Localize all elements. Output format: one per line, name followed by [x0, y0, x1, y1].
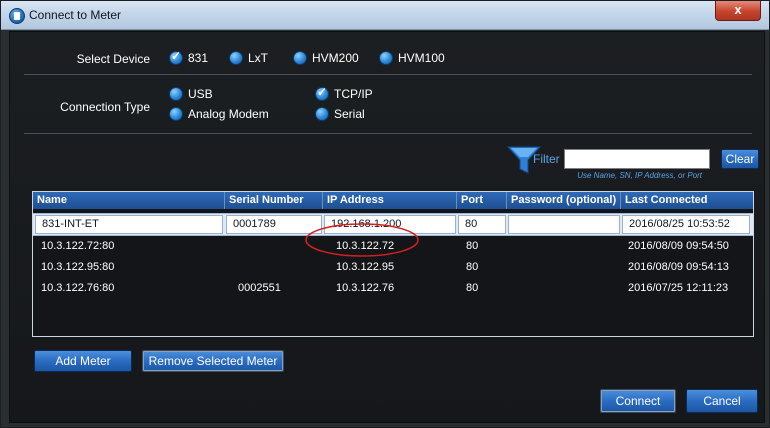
filter-hint: Use Name, SN, IP Address, or Port: [577, 171, 702, 180]
device-option-hvm200[interactable]: HVM200: [294, 50, 359, 66]
cell-ip: 10.3.122.76: [336, 282, 395, 294]
connection-option-serial[interactable]: Serial: [316, 106, 365, 122]
cell-serial: [226, 236, 322, 257]
connect-button[interactable]: Connect: [600, 389, 676, 413]
column-header-password[interactable]: Password (optional): [507, 192, 621, 209]
cell-last-connected: 2016/08/09 09:54:13: [628, 261, 729, 273]
connection-option-label: TCP/IP: [334, 87, 373, 101]
dialog-body: Select Device 831 LxT HVM200 HVM100 Conn…: [9, 31, 765, 423]
cell-serial: 0002551: [238, 282, 281, 294]
cell-ip: 10.3.122.72: [336, 240, 395, 252]
radio-icon: [294, 52, 306, 64]
connect-to-meter-dialog: Connect to Meter x Select Device 831 LxT…: [0, 0, 770, 428]
cell-ip: 192.168.1.200: [324, 215, 456, 234]
filter-input[interactable]: [564, 149, 710, 169]
table-row[interactable]: 10.3.122.72:80 10.3.122.72 80 2016/08/09…: [33, 236, 753, 257]
cancel-button[interactable]: Cancel: [686, 389, 758, 413]
cell-last-connected: 2016/07/25 12:11:23: [628, 282, 729, 294]
remove-selected-meter-button[interactable]: Remove Selected Meter: [142, 350, 284, 372]
cell-port: 80: [466, 282, 479, 294]
connection-option-usb[interactable]: USB: [170, 86, 213, 102]
checked-radio-icon: [316, 85, 328, 100]
filter-label: Filter: [533, 152, 560, 166]
title-bar: Connect to Meter x: [1, 1, 769, 30]
connection-option-label: USB: [188, 87, 213, 101]
table-row[interactable]: 10.3.122.95:80 10.3.122.95 80 2016/08/09…: [33, 257, 753, 278]
radio-icon: [230, 52, 242, 64]
column-header-name[interactable]: Name: [33, 192, 225, 209]
connection-option-analog-modem[interactable]: Analog Modem: [170, 106, 269, 122]
connection-option-label: Serial: [334, 107, 365, 121]
radio-icon: [380, 52, 392, 64]
app-icon: [9, 8, 25, 24]
cell-password[interactable]: [508, 215, 620, 234]
connection-option-tcpip[interactable]: TCP/IP: [316, 85, 373, 102]
cell-port: 80: [458, 215, 506, 234]
cell-port: 80: [466, 240, 479, 252]
table-row[interactable]: 831-INT-ET 0001789 192.168.1.200 80 2016…: [33, 213, 753, 236]
cell-name: 831-INT-ET: [35, 215, 223, 234]
device-option-label: 831: [188, 51, 209, 65]
divider: [24, 133, 752, 134]
cell-last-connected: 2016/08/25 10:53:52: [622, 215, 750, 234]
column-header-port[interactable]: Port: [457, 192, 507, 209]
clear-filter-button[interactable]: Clear: [721, 149, 759, 169]
cell-serial: 0001789: [226, 215, 322, 234]
checked-radio-icon: [170, 49, 182, 64]
cell-name: 10.3.122.72:80: [41, 240, 115, 252]
radio-icon: [170, 108, 182, 120]
column-header-serial-number[interactable]: Serial Number: [225, 192, 323, 209]
connection-option-label: Analog Modem: [188, 107, 269, 121]
device-option-label: HVM100: [398, 51, 445, 65]
column-header-ip-address[interactable]: IP Address: [323, 192, 457, 209]
device-option-lxt[interactable]: LxT: [230, 50, 268, 66]
divider: [24, 74, 752, 75]
cell-password[interactable]: [508, 278, 620, 299]
cell-password[interactable]: [508, 257, 620, 278]
cell-last-connected: 2016/08/09 09:54:50: [628, 240, 729, 252]
column-header-last-connected[interactable]: Last Connected: [621, 192, 753, 209]
device-option-label: HVM200: [312, 51, 359, 65]
cell-serial: [226, 257, 322, 278]
cell-password[interactable]: [508, 236, 620, 257]
cell-port: 80: [466, 261, 479, 273]
radio-icon: [316, 108, 328, 120]
table-row[interactable]: 10.3.122.76:80 0002551 10.3.122.76 80 20…: [33, 278, 753, 299]
meter-table: Name Serial Number IP Address Port Passw…: [32, 191, 754, 337]
device-option-label: LxT: [248, 51, 269, 65]
table-header: Name Serial Number IP Address Port Passw…: [33, 192, 753, 209]
window-title: Connect to Meter: [29, 8, 122, 22]
connection-type-label: Connection Type: [60, 100, 150, 114]
add-meter-button[interactable]: Add Meter: [34, 350, 132, 372]
cell-name: 10.3.122.76:80: [41, 282, 115, 294]
cell-ip: 10.3.122.95: [336, 261, 395, 273]
cell-name: 10.3.122.95:80: [41, 261, 115, 273]
radio-icon: [170, 88, 182, 100]
device-option-hvm100[interactable]: HVM100: [380, 50, 445, 66]
select-device-label: Select Device: [76, 52, 150, 66]
close-button[interactable]: x: [715, 1, 761, 21]
device-option-831[interactable]: 831: [170, 49, 209, 66]
